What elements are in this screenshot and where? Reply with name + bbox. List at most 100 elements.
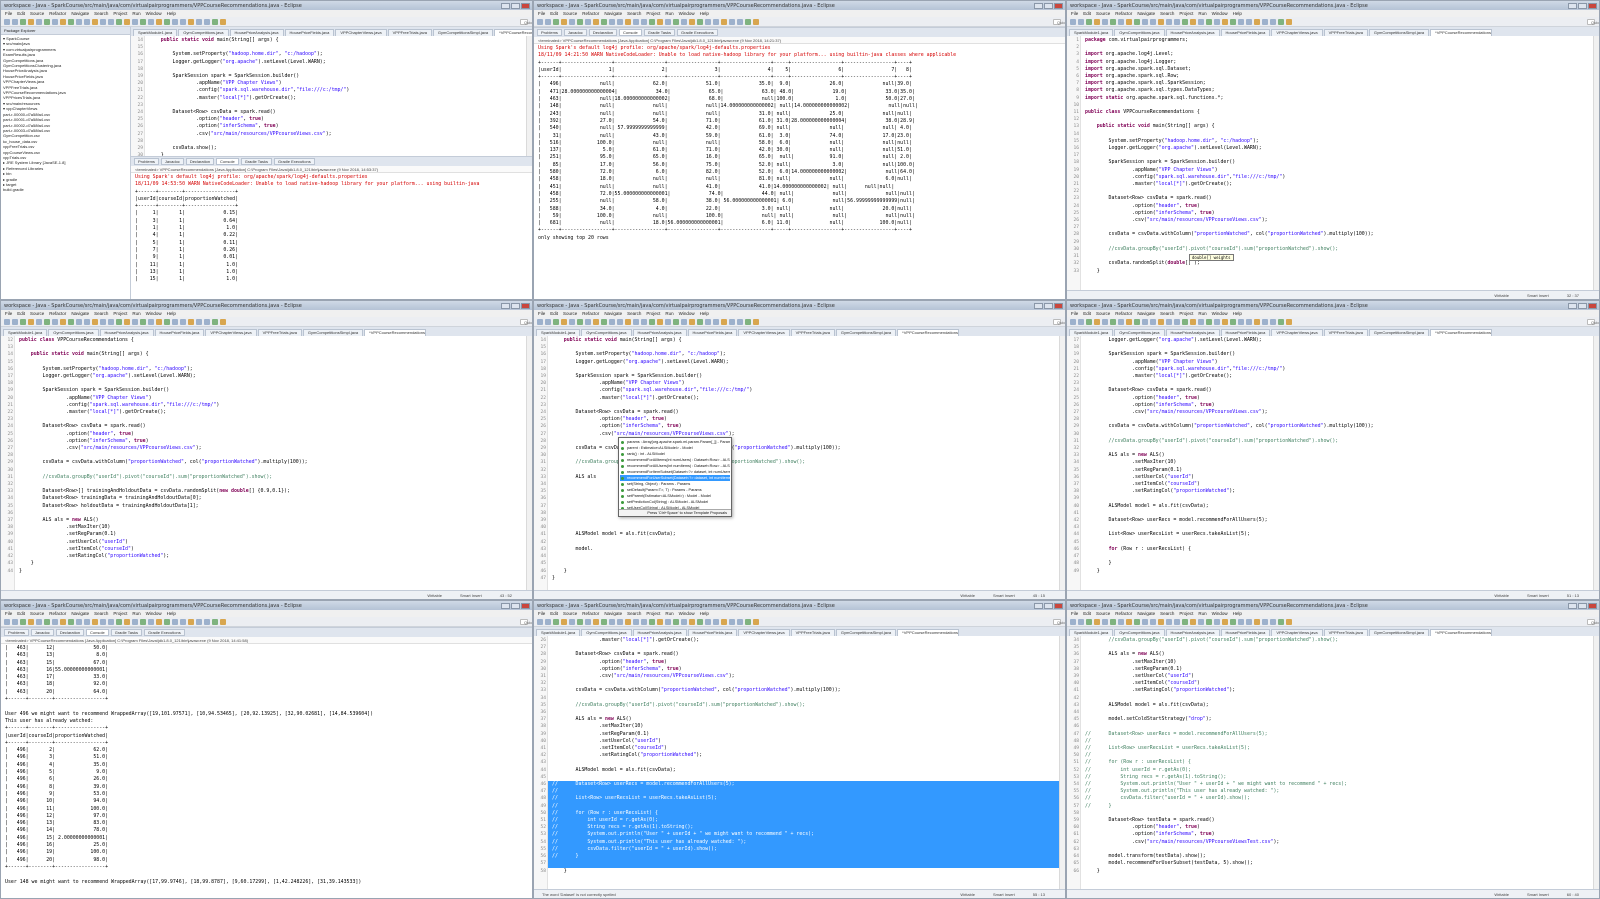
toolbar-icon[interactable] — [20, 318, 26, 325]
toolbar-icon[interactable] — [1206, 318, 1212, 325]
toolbar-icon[interactable] — [1182, 318, 1188, 325]
menu-item-help[interactable]: Help — [700, 611, 709, 616]
toolbar-icon[interactable] — [625, 318, 631, 325]
editor-tab[interactable]: VPPFreeTrials.java — [257, 329, 302, 336]
toolbar-icon[interactable] — [164, 618, 170, 625]
toolbar-icon[interactable] — [204, 618, 210, 625]
toolbar-icon[interactable] — [657, 318, 663, 325]
toolbar-icon[interactable] — [52, 618, 58, 625]
editor-tab[interactable]: VPPChapterViews.java — [335, 29, 387, 36]
toolbar-icon[interactable] — [665, 618, 671, 625]
menu-item-run[interactable]: Run — [1198, 311, 1206, 316]
toolbar-icon[interactable] — [745, 18, 751, 25]
menu-item-refactor[interactable]: Refactor — [49, 11, 66, 16]
close-button[interactable] — [1588, 302, 1597, 309]
editor-tab[interactable]: HousePriceFields.java — [1220, 629, 1271, 636]
toolbar-icon[interactable] — [1078, 618, 1084, 625]
maximize-button[interactable] — [1578, 2, 1587, 9]
editor-tab[interactable]: HousePriceFields.java — [687, 329, 738, 336]
toolbar-icon[interactable] — [196, 618, 202, 625]
console-view-tab[interactable]: Gradle Executions — [677, 29, 718, 36]
menu-item-file[interactable]: File — [5, 611, 12, 616]
editor-tab[interactable]: HousePriceAnalysis.java — [632, 329, 687, 336]
toolbar-icon[interactable] — [729, 18, 735, 25]
toolbar-icon[interactable] — [1174, 18, 1180, 25]
console-view-tab[interactable]: Declaration — [588, 29, 618, 36]
toolbar-icon[interactable] — [124, 618, 130, 625]
toolbar-icon[interactable] — [1262, 318, 1268, 325]
menu-item-edit[interactable]: Edit — [17, 11, 25, 16]
toolbar-icon[interactable] — [1142, 18, 1148, 25]
toolbar-icon[interactable] — [204, 18, 210, 25]
menu-item-edit[interactable]: Edit — [550, 611, 558, 616]
toolbar-icon[interactable] — [1166, 18, 1172, 25]
editor-tab[interactable]: VPPFreeTrials.java — [1323, 29, 1368, 36]
toolbar-icon[interactable] — [601, 318, 607, 325]
toolbar-icon[interactable] — [1102, 318, 1108, 325]
toolbar-icon[interactable] — [84, 18, 90, 25]
toolbar-icon[interactable] — [92, 618, 98, 625]
toolbar-icon[interactable] — [52, 18, 58, 25]
console-output[interactable]: | 463| 12| 50.0| | 463| 13| 8.0| | 463| 15… — [1, 644, 532, 898]
toolbar-icon[interactable] — [1158, 18, 1164, 25]
menu-item-help[interactable]: Help — [700, 11, 709, 16]
menu-item-file[interactable]: File — [538, 311, 545, 316]
menu-item-navigate[interactable]: Navigate — [604, 311, 622, 316]
menu-item-run[interactable]: Run — [1198, 611, 1206, 616]
toolbar-icon[interactable] — [220, 318, 226, 325]
minimize-button[interactable] — [1034, 302, 1043, 309]
menu-item-edit[interactable]: Edit — [550, 11, 558, 16]
toolbar-icon[interactable] — [156, 18, 162, 25]
editor-tab[interactable]: GymCompetitionsSimpl.java — [835, 329, 897, 336]
menu-item-search[interactable]: Search — [627, 11, 641, 16]
menu-item-navigate[interactable]: Navigate — [1137, 11, 1155, 16]
menu-item-run[interactable]: Run — [665, 11, 673, 16]
toolbar-icon[interactable] — [657, 18, 663, 25]
toolbar-icon[interactable] — [681, 318, 687, 325]
toolbar-icon[interactable] — [1246, 618, 1252, 625]
editor-tab[interactable]: SparkModule1.java — [536, 629, 581, 636]
menu-item-file[interactable]: File — [1071, 611, 1078, 616]
toolbar-icon[interactable] — [601, 18, 607, 25]
maximize-button[interactable] — [1578, 302, 1587, 309]
editor-tab[interactable]: HousePriceAnalysis.java — [632, 629, 687, 636]
toolbar-icon[interactable] — [705, 18, 711, 25]
toolbar-icon[interactable] — [156, 618, 162, 625]
toolbar-icon[interactable] — [593, 18, 599, 25]
toolbar-icon[interactable] — [1110, 318, 1116, 325]
toolbar-icon[interactable] — [705, 318, 711, 325]
editor-tab[interactable]: VPPChapterViews.java — [205, 329, 257, 336]
toolbar-icon[interactable] — [108, 618, 114, 625]
toolbar-icon[interactable] — [1286, 18, 1292, 25]
toolbar-icon[interactable] — [1078, 318, 1084, 325]
toolbar-icon[interactable] — [76, 18, 82, 25]
toolbar-icon[interactable] — [1150, 318, 1156, 325]
toolbar-icon[interactable] — [1190, 618, 1196, 625]
close-button[interactable] — [1054, 302, 1063, 309]
editor-tab[interactable]: SparkModule1.java — [536, 329, 581, 336]
toolbar-icon[interactable] — [1286, 318, 1292, 325]
menu-item-refactor[interactable]: Refactor — [582, 311, 599, 316]
menu-item-window[interactable]: Window — [146, 611, 162, 616]
editor-tab[interactable]: HousePriceAnalysis.java — [99, 329, 154, 336]
editor-scrollbar[interactable] — [1059, 336, 1065, 590]
toolbar-icon[interactable] — [36, 618, 42, 625]
toolbar-icon[interactable] — [28, 618, 34, 625]
console-view-tab[interactable]: Gradle Executions — [144, 629, 185, 636]
toolbar-icon[interactable] — [721, 18, 727, 25]
menu-item-navigate[interactable]: Navigate — [71, 11, 89, 16]
toolbar-icon[interactable] — [1214, 318, 1220, 325]
toolbar-icon[interactable] — [537, 18, 543, 25]
toolbar-icon[interactable] — [188, 318, 194, 325]
toolbar-icon[interactable] — [1262, 18, 1268, 25]
toolbar-icon[interactable] — [1110, 18, 1116, 25]
toolbar-icon[interactable] — [68, 18, 74, 25]
toolbar-icon[interactable] — [1278, 18, 1284, 25]
editor-tab[interactable]: VPPChapterViews.java — [738, 329, 790, 336]
toolbar-icon[interactable] — [609, 318, 615, 325]
console-view-tab[interactable]: Javadoc — [563, 29, 587, 36]
menu-item-source[interactable]: Source — [30, 611, 44, 616]
toolbar-icon[interactable] — [116, 18, 122, 25]
toolbar-icon[interactable] — [148, 18, 154, 25]
toolbar-icon[interactable] — [220, 618, 226, 625]
